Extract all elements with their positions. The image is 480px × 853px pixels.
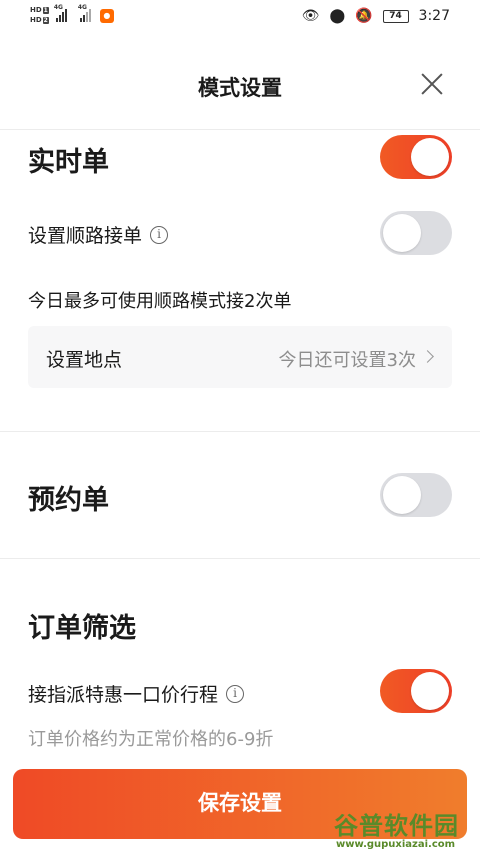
special-info-icon[interactable]: i: [226, 684, 245, 703]
app-notification-icon: ●: [99, 9, 114, 23]
signal-2-icon: 4G: [77, 4, 91, 22]
eye-icon: 👁: [301, 8, 320, 24]
special-toggle[interactable]: [380, 669, 452, 713]
realtime-toggle[interactable]: [380, 135, 452, 179]
route-row: 设置顺路接单 i: [28, 221, 169, 248]
realtime-title: 实时单: [28, 147, 109, 178]
location-label: 设置地点: [46, 349, 123, 371]
status-left: HD 1 HD 2 4G 4G ●: [30, 4, 114, 24]
network-2-label: 4G: [77, 4, 87, 11]
hd-indicators: HD 1 HD 2: [30, 6, 49, 24]
clock: 3:27: [418, 8, 450, 24]
location-setting-row[interactable]: 设置地点 今日还可设置3次: [28, 326, 452, 388]
watermark-url: www.gupuxiazai.com: [336, 839, 456, 850]
network-1-label: 4G: [53, 4, 63, 11]
page-title: 模式设置: [198, 76, 282, 100]
special-label: 接指派特惠一口价行程: [28, 684, 219, 706]
mute-icon: 🔕: [355, 8, 373, 24]
header-divider: [0, 129, 480, 130]
location-remaining: 今日还可设置3次: [278, 350, 416, 371]
section-divider-1: [0, 431, 480, 432]
status-bar: HD 1 HD 2 4G 4G ● 👁 ⬤ 🔕 74 3:27: [0, 0, 480, 34]
hd1-label: HD: [30, 6, 42, 14]
hd2-number: 2: [42, 16, 49, 24]
header: 模式设置: [0, 56, 480, 116]
close-icon[interactable]: [416, 68, 448, 100]
status-right: 👁 ⬤ 🔕 74 3:27: [302, 8, 450, 24]
filter-title: 订单筛选: [28, 613, 136, 644]
signal-1-icon: 4G: [53, 4, 67, 22]
reservation-toggle[interactable]: [380, 473, 452, 517]
route-limit-text: 今日最多可使用顺路模式接2次单: [28, 291, 292, 312]
battery-icon: 74: [382, 9, 409, 23]
hd2-label: HD: [30, 16, 42, 24]
reservation-title: 预约单: [28, 485, 109, 516]
hd2-indicator: HD 2: [30, 16, 49, 24]
special-hint: 订单价格约为正常价格的6-9折: [28, 729, 274, 750]
chevron-right-icon: [421, 350, 434, 363]
hd1-indicator: HD 1: [30, 6, 49, 14]
location-icon: ⬤: [329, 8, 346, 24]
route-label: 设置顺路接单: [28, 225, 143, 247]
special-row: 接指派特惠一口价行程 i: [28, 680, 245, 707]
watermark-logo: 谷普软件园 www.gupuxiazai.com: [334, 806, 480, 853]
section-divider-2: [0, 558, 480, 559]
route-info-icon[interactable]: i: [150, 225, 169, 244]
hd1-number: 1: [42, 6, 49, 14]
watermark-main: 谷普软件园: [334, 812, 459, 840]
route-toggle[interactable]: [380, 211, 452, 255]
